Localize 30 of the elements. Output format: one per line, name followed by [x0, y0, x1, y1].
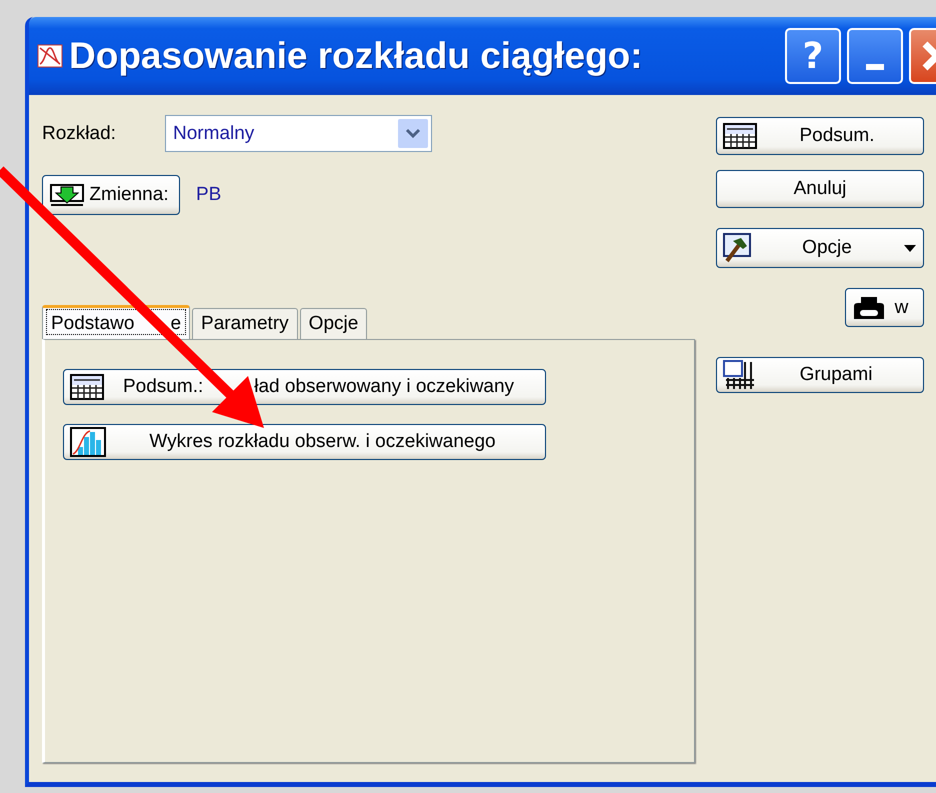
table-icon: [70, 374, 104, 400]
print-button[interactable]: w: [845, 288, 924, 327]
tab[interactable]: Podstawo e: [42, 305, 190, 339]
grid-icon: [723, 360, 755, 390]
distribution-label: Rozkład:: [42, 122, 117, 144]
window-title: Dopasowanie rozkładu ciągłego:: [69, 35, 644, 77]
button-label: Podsum.:: [123, 376, 204, 398]
minimize-icon: [866, 64, 884, 70]
histogram-icon: [70, 427, 106, 457]
help-button[interactable]: ?: [785, 28, 841, 84]
options-button[interactable]: Opcje: [716, 228, 924, 268]
cancel-button[interactable]: Anuluj: [716, 170, 924, 208]
tab[interactable]: Parametry: [192, 308, 298, 339]
summary-button[interactable]: Podsum.: ład obserwowany i oczekiwany: [63, 369, 546, 405]
app-icon: [37, 44, 63, 68]
groups-button[interactable]: Grupami: [716, 357, 924, 393]
hammer-icon: [723, 233, 751, 263]
tab[interactable]: Opcje: [300, 308, 368, 339]
download-tray-icon: [49, 181, 85, 209]
chart-button[interactable]: Wykres rozkładu obserw. i oczekiwanego: [63, 424, 546, 460]
button-label: ład obserwowany i oczekiwany: [254, 376, 514, 398]
summary-button[interactable]: Podsum.: [716, 117, 924, 155]
distribution-dropdown[interactable]: Normalny: [165, 115, 432, 152]
minimize-button[interactable]: [847, 28, 903, 84]
table-icon: [723, 123, 757, 149]
variable-button[interactable]: Zmienna:: [42, 175, 180, 215]
variable-value: PB: [196, 184, 222, 206]
chevron-icon: [398, 119, 428, 148]
caret-icon: [903, 243, 917, 253]
printer-icon: [852, 294, 886, 320]
